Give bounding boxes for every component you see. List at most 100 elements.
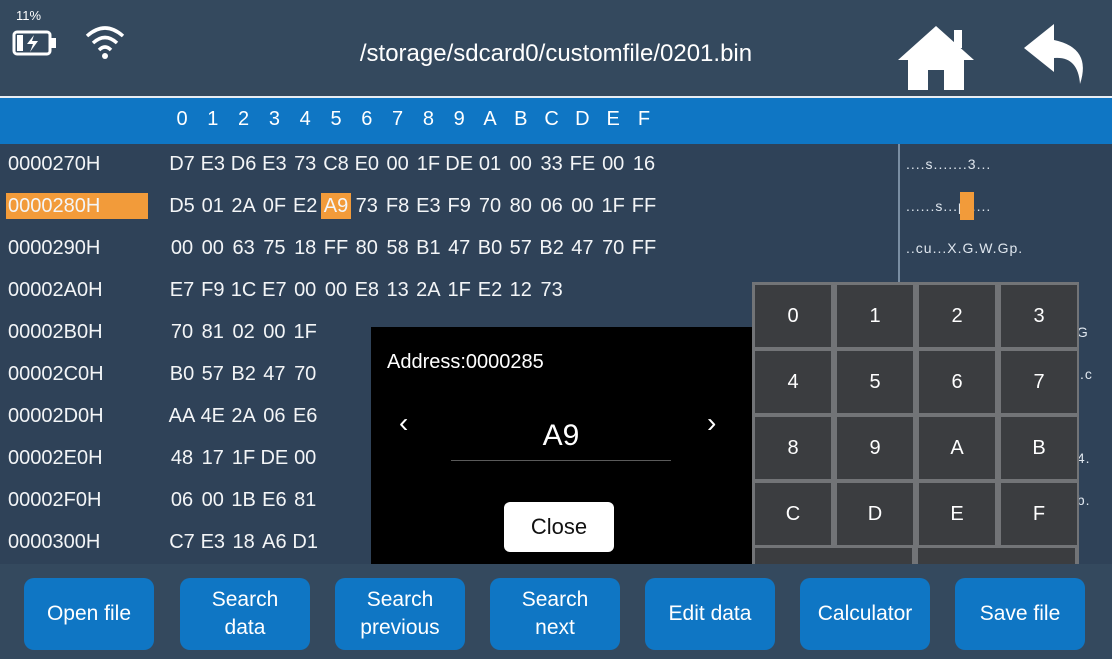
hex-byte-cell[interactable]: DE xyxy=(444,151,474,177)
hex-byte-cell[interactable]: 57 xyxy=(198,361,228,387)
hex-byte-cell[interactable]: 47 xyxy=(444,235,474,261)
hex-byte-cell[interactable]: 2A xyxy=(229,403,259,429)
hex-byte-cell[interactable]: D5 xyxy=(167,193,197,219)
next-byte-button[interactable]: › xyxy=(707,407,716,439)
row-address[interactable]: 00002A0H xyxy=(6,277,148,303)
keypad-key[interactable]: C xyxy=(755,483,831,545)
hex-byte-cell[interactable]: A9 xyxy=(321,193,351,219)
keypad-key[interactable]: 2 xyxy=(919,285,995,347)
hex-byte-cell[interactable]: 1F xyxy=(229,445,259,471)
hex-byte-cell[interactable]: 73 xyxy=(290,151,320,177)
row-address[interactable]: 0000290H xyxy=(6,235,148,261)
hex-byte-cell[interactable]: D6 xyxy=(229,151,259,177)
keypad-key[interactable]: 3 xyxy=(1001,285,1077,347)
hex-byte-cell[interactable]: FE xyxy=(567,151,597,177)
hex-byte-cell[interactable]: 02 xyxy=(229,319,259,345)
hex-byte-cell[interactable]: E7 xyxy=(259,277,289,303)
edit-data-button[interactable]: Edit data xyxy=(645,578,775,650)
keypad-key[interactable]: 7 xyxy=(1001,351,1077,413)
row-address[interactable]: 0000270H xyxy=(6,151,148,177)
hex-byte-cell[interactable]: E3 xyxy=(413,193,443,219)
row-address[interactable]: 0000280H xyxy=(6,193,148,219)
hex-byte-cell[interactable]: FF xyxy=(629,235,659,261)
open-file-button[interactable]: Open file xyxy=(24,578,154,650)
byte-value-input[interactable]: A9 xyxy=(451,419,671,453)
row-address[interactable]: 00002C0H xyxy=(6,361,148,387)
hex-byte-cell[interactable] xyxy=(598,277,628,303)
hex-byte-cell[interactable]: 48 xyxy=(167,445,197,471)
hex-byte-cell[interactable]: 81 xyxy=(290,487,320,513)
hex-byte-cell[interactable]: 01 xyxy=(198,193,228,219)
hex-byte-cell[interactable]: D7 xyxy=(167,151,197,177)
hex-byte-cell[interactable]: 1F xyxy=(413,151,443,177)
home-icon[interactable] xyxy=(892,20,980,94)
hex-byte-cell[interactable]: DE xyxy=(259,445,289,471)
hex-byte-cell[interactable]: 73 xyxy=(352,193,382,219)
keypad-key[interactable]: A xyxy=(919,417,995,479)
hex-byte-cell[interactable]: E6 xyxy=(290,403,320,429)
row-address[interactable]: 00002D0H xyxy=(6,403,148,429)
hex-byte-cell[interactable]: 81 xyxy=(198,319,228,345)
hex-byte-cell[interactable]: 57 xyxy=(506,235,536,261)
hex-byte-cell[interactable]: A6 xyxy=(259,529,289,555)
save-file-button[interactable]: Save file xyxy=(955,578,1085,650)
hex-byte-cell[interactable] xyxy=(629,277,659,303)
hex-byte-cell[interactable]: E3 xyxy=(198,151,228,177)
hex-byte-cell[interactable]: 18 xyxy=(290,235,320,261)
hex-byte-cell[interactable]: 70 xyxy=(167,319,197,345)
back-icon[interactable] xyxy=(1018,18,1094,92)
hex-byte-cell[interactable]: 00 xyxy=(290,277,320,303)
hex-byte-cell[interactable]: 06 xyxy=(167,487,197,513)
hex-byte-cell[interactable]: 1F xyxy=(290,319,320,345)
hex-byte-cell[interactable]: 06 xyxy=(537,193,567,219)
hex-byte-cell[interactable]: E0 xyxy=(352,151,382,177)
hex-byte-cell[interactable]: F9 xyxy=(198,277,228,303)
keypad-key[interactable]: 1 xyxy=(837,285,913,347)
hex-byte-cell[interactable]: F8 xyxy=(383,193,413,219)
hex-byte-cell[interactable]: 00 xyxy=(383,151,413,177)
keypad-key[interactable]: 5 xyxy=(837,351,913,413)
keypad-key[interactable]: 9 xyxy=(837,417,913,479)
hex-byte-cell[interactable]: 00 xyxy=(259,319,289,345)
row-address[interactable]: 0000300H xyxy=(6,529,148,555)
hex-byte-cell[interactable]: E3 xyxy=(259,151,289,177)
hex-byte-cell[interactable]: B0 xyxy=(167,361,197,387)
hex-byte-cell[interactable]: 1F xyxy=(598,193,628,219)
hex-byte-cell[interactable]: 47 xyxy=(259,361,289,387)
hex-byte-cell[interactable]: 00 xyxy=(567,193,597,219)
hex-byte-cell[interactable]: D1 xyxy=(290,529,320,555)
keypad-key[interactable]: F xyxy=(1001,483,1077,545)
hex-byte-cell[interactable]: 70 xyxy=(598,235,628,261)
hex-byte-cell[interactable]: 00 xyxy=(198,487,228,513)
hex-byte-cell[interactable]: C7 xyxy=(167,529,197,555)
hex-byte-cell[interactable]: 47 xyxy=(567,235,597,261)
row-address[interactable]: 00002F0H xyxy=(6,487,148,513)
hex-byte-cell[interactable]: 4E xyxy=(198,403,228,429)
hex-byte-cell[interactable]: 1F xyxy=(444,277,474,303)
hex-byte-cell[interactable]: 16 xyxy=(629,151,659,177)
hex-byte-cell[interactable]: 00 xyxy=(198,235,228,261)
keypad-key[interactable]: E xyxy=(919,483,995,545)
previous-byte-button[interactable]: ‹ xyxy=(399,407,408,439)
hex-byte-cell[interactable]: E8 xyxy=(352,277,382,303)
keypad-key[interactable]: D xyxy=(837,483,913,545)
hex-byte-cell[interactable]: FF xyxy=(321,235,351,261)
hex-byte-cell[interactable]: 33 xyxy=(537,151,567,177)
hex-byte-cell[interactable]: B2 xyxy=(229,361,259,387)
hex-byte-cell[interactable]: 18 xyxy=(229,529,259,555)
keypad-key[interactable]: 6 xyxy=(919,351,995,413)
hex-byte-cell[interactable]: 00 xyxy=(506,151,536,177)
hex-byte-cell[interactable]: F9 xyxy=(444,193,474,219)
row-address[interactable]: 00002E0H xyxy=(6,445,148,471)
hex-byte-cell[interactable]: E7 xyxy=(167,277,197,303)
search-data-button[interactable]: Search data xyxy=(180,578,310,650)
hex-byte-cell[interactable]: AA xyxy=(167,403,197,429)
hex-byte-cell[interactable]: 17 xyxy=(198,445,228,471)
keypad-key[interactable]: 8 xyxy=(755,417,831,479)
hex-byte-cell[interactable]: 73 xyxy=(537,277,567,303)
hex-byte-cell[interactable]: 1B xyxy=(229,487,259,513)
dialog-close-button[interactable]: Close xyxy=(504,502,614,552)
hex-byte-cell[interactable]: 58 xyxy=(383,235,413,261)
hex-byte-cell[interactable]: E3 xyxy=(198,529,228,555)
hex-byte-cell[interactable]: B0 xyxy=(475,235,505,261)
